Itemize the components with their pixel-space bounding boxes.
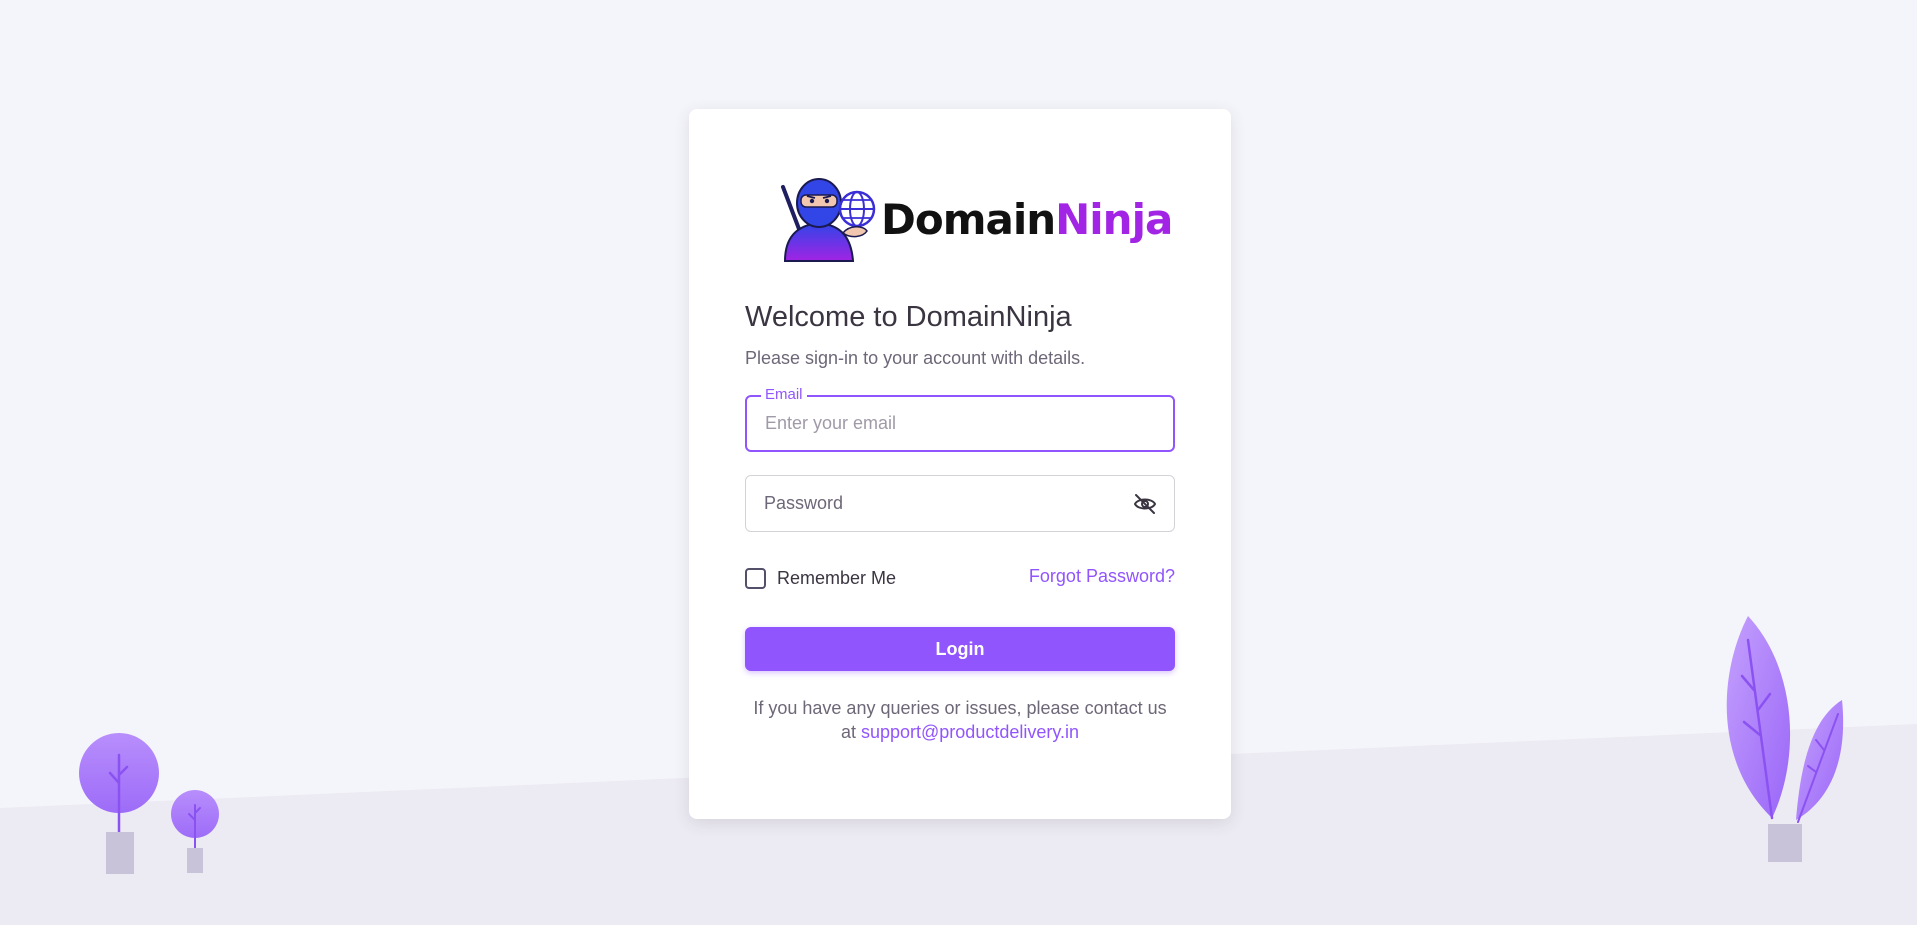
password-input[interactable] [746,476,1174,531]
login-card: DomainNinja Welcome to DomainNinja Pleas… [689,109,1231,819]
welcome-subtitle: Please sign-in to your account with deta… [745,348,1086,368]
support-email-link[interactable]: support@productdelivery.in [861,722,1079,742]
brand-name-part2: Ninja [1055,194,1173,244]
login-button[interactable]: Login [745,627,1175,671]
brand-logo: DomainNinja [777,171,1177,267]
brand-name: DomainNinja [881,194,1173,244]
eye-slash-icon[interactable] [1132,492,1158,516]
brand-name-part1: Domain [881,194,1056,244]
ninja-with-globe-icon [781,178,876,262]
email-input[interactable] [747,397,1173,450]
forgot-password-link[interactable]: Forgot Password? [1029,566,1175,587]
remember-me-checkbox[interactable] [745,568,766,589]
welcome-title: Welcome to DomainNinja [745,301,1072,333]
remember-me[interactable]: Remember Me [745,568,896,589]
left-plants-illustration [79,733,219,874]
support-contact: If you have any queries or issues, pleas… [745,696,1175,744]
remember-me-label: Remember Me [777,568,897,588]
right-plant-illustration [1726,616,1844,862]
password-field[interactable] [745,475,1175,532]
email-field[interactable]: Email [745,386,1175,452]
